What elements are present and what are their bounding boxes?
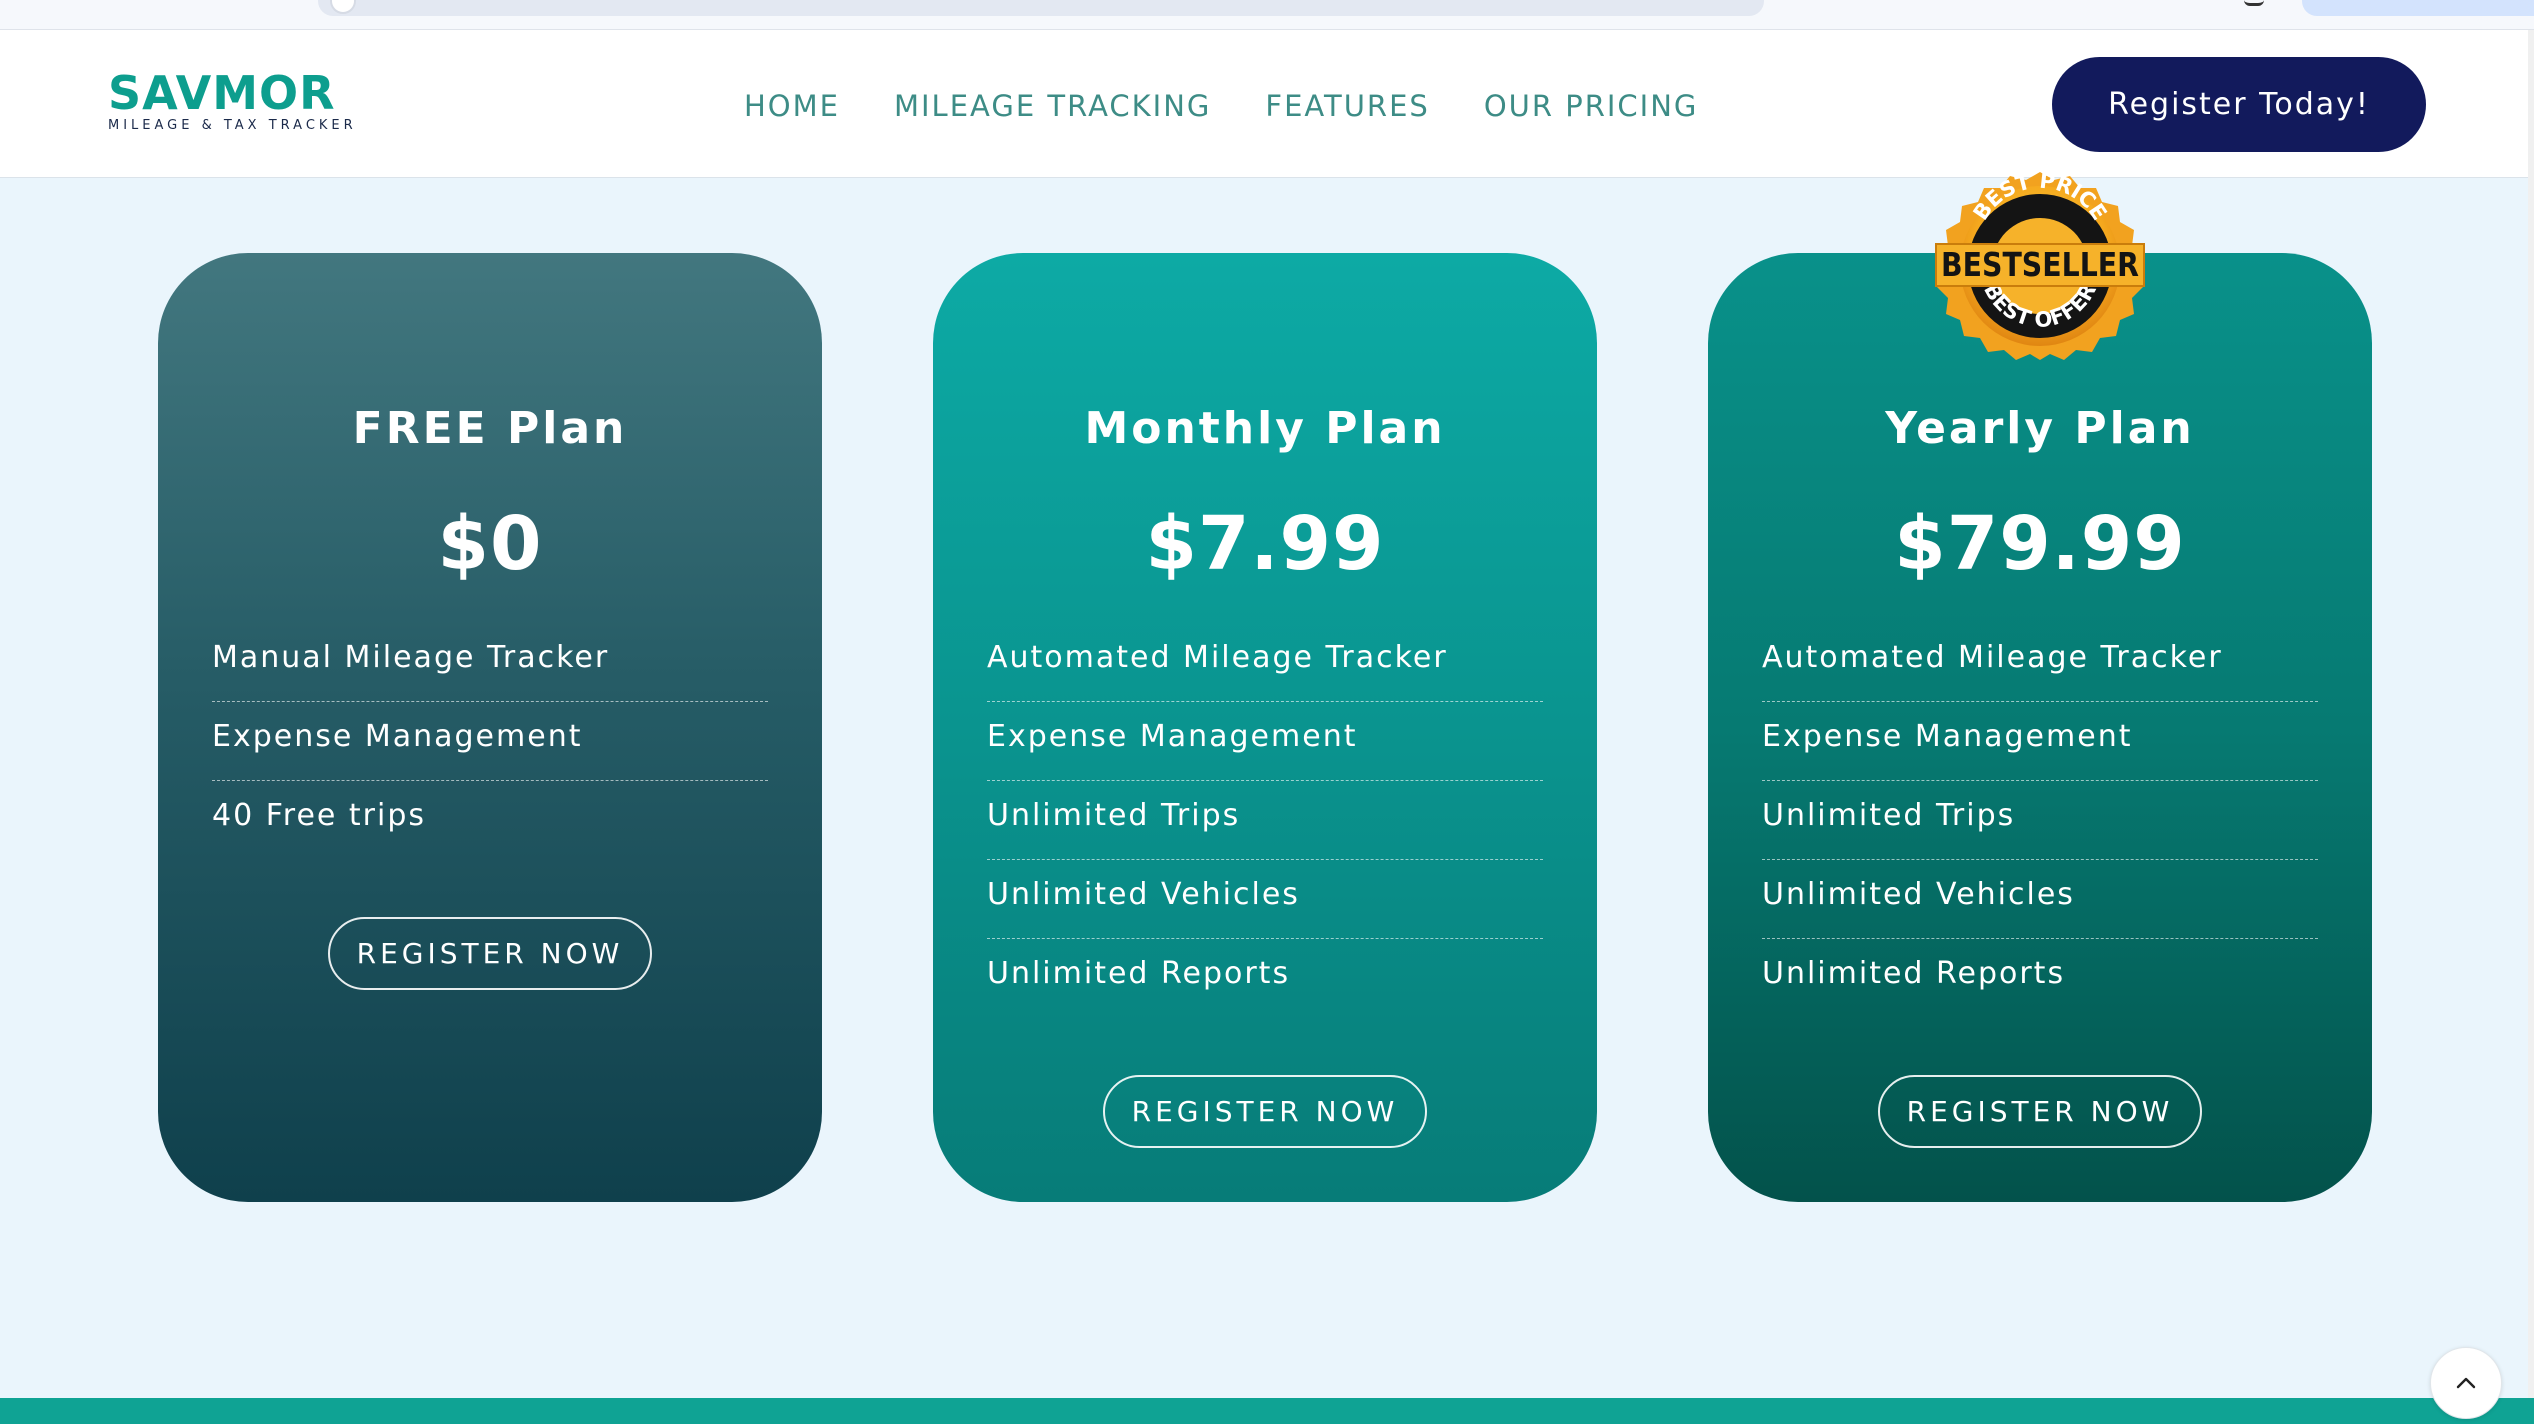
nav-our-pricing[interactable]: OUR PRICING — [1484, 86, 1699, 126]
badge-main-text: BESTSELLER — [1941, 245, 2139, 284]
feature-item: Expense Management — [212, 702, 768, 781]
register-now-button-monthly[interactable]: REGISTER NOW — [1103, 1075, 1427, 1148]
logo-tagline: MILEAGE & TAX TRACKER — [108, 118, 357, 133]
feature-list: Automated Mileage Tracker Expense Manage… — [1762, 623, 2318, 1018]
feature-item: Unlimited Trips — [987, 781, 1543, 860]
feature-item: Manual Mileage Tracker — [212, 623, 768, 702]
plan-price: $0 — [437, 501, 543, 587]
pricing-card-free: FREE Plan $0 Manual Mileage Tracker Expe… — [158, 253, 822, 1202]
nav-mileage-tracking[interactable]: MILEAGE TRACKING — [894, 86, 1211, 126]
plan-title: Monthly Plan — [1084, 403, 1446, 454]
nav-features[interactable]: FEATURES — [1265, 86, 1429, 126]
pricing-card-monthly: Monthly Plan $7.99 Automated Mileage Tra… — [933, 253, 1597, 1202]
plan-title: FREE Plan — [352, 403, 628, 454]
register-now-button-free[interactable]: REGISTER NOW — [328, 917, 652, 990]
nav-home[interactable]: HOME — [744, 86, 840, 126]
browser-profile-pill[interactable] — [2302, 0, 2534, 16]
plan-price: $7.99 — [1145, 501, 1385, 587]
chevron-up-icon — [2456, 1377, 2476, 1389]
register-now-button-yearly[interactable]: REGISTER NOW — [1878, 1075, 2202, 1148]
feature-item: Unlimited Vehicles — [1762, 860, 2318, 939]
main-nav: HOME MILEAGE TRACKING FEATURES OUR PRICI… — [744, 86, 1698, 126]
feature-item: Expense Management — [1762, 702, 2318, 781]
pricing-card-yearly: Yearly Plan $79.99 Automated Mileage Tra… — [1708, 253, 2372, 1202]
register-today-button[interactable]: Register Today! — [2052, 57, 2426, 152]
plan-price: $79.99 — [1894, 501, 2186, 587]
scrollbar-track[interactable] — [2528, 30, 2534, 1424]
feature-list: Manual Mileage Tracker Expense Managemen… — [212, 623, 768, 860]
feature-item: Automated Mileage Tracker — [987, 623, 1543, 702]
toolbar-icon[interactable] — [2244, 0, 2264, 6]
feature-item: Unlimited Trips — [1762, 781, 2318, 860]
feature-item: Unlimited Reports — [987, 956, 1291, 991]
footer-top-strip — [0, 1398, 2534, 1424]
feature-item: Unlimited Vehicles — [987, 860, 1543, 939]
bestseller-badge-icon: BEST PRICE BEST OFFER BESTSELLER — [1935, 170, 2145, 360]
feature-item: 40 Free trips — [212, 798, 427, 833]
feature-item: Automated Mileage Tracker — [1762, 623, 2318, 702]
feature-item: Unlimited Reports — [1762, 956, 2066, 991]
site-header: SAVMOR MILEAGE & TAX TRACKER HOME MILEAG… — [0, 30, 2534, 178]
feature-list: Automated Mileage Tracker Expense Manage… — [987, 623, 1543, 1018]
logo[interactable]: SAVMOR MILEAGE & TAX TRACKER — [108, 66, 357, 133]
logo-wordmark: SAVMOR — [108, 66, 336, 120]
address-bar[interactable] — [318, 0, 1764, 16]
browser-top-strip — [0, 0, 2534, 30]
feature-item: Expense Management — [987, 702, 1543, 781]
plan-title: Yearly Plan — [1885, 403, 2195, 454]
site-info-icon[interactable] — [330, 0, 356, 14]
scroll-to-top-button[interactable] — [2430, 1347, 2502, 1419]
